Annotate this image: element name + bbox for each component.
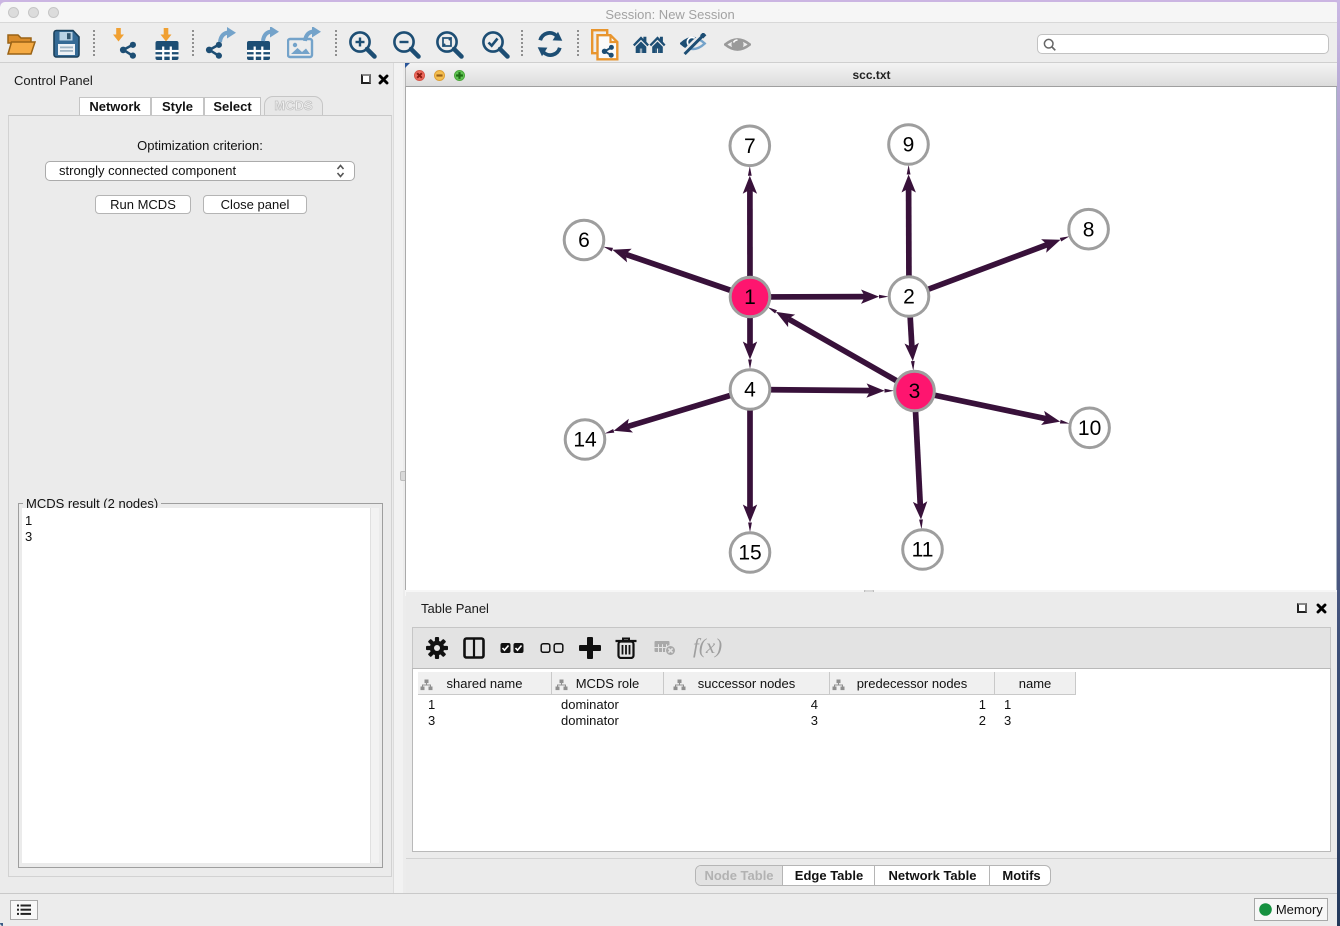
svg-text:10: 10: [1078, 417, 1101, 440]
svg-text:3: 3: [909, 380, 921, 403]
svg-text:9: 9: [903, 134, 915, 157]
svg-text:14: 14: [573, 429, 597, 452]
svg-text:11: 11: [912, 539, 934, 562]
svg-text:6: 6: [578, 229, 590, 252]
svg-text:8: 8: [1083, 218, 1095, 241]
svg-text:15: 15: [738, 542, 761, 565]
svg-text:7: 7: [744, 135, 756, 158]
svg-text:2: 2: [903, 286, 915, 309]
svg-text:1: 1: [744, 286, 756, 309]
svg-text:4: 4: [744, 379, 756, 402]
